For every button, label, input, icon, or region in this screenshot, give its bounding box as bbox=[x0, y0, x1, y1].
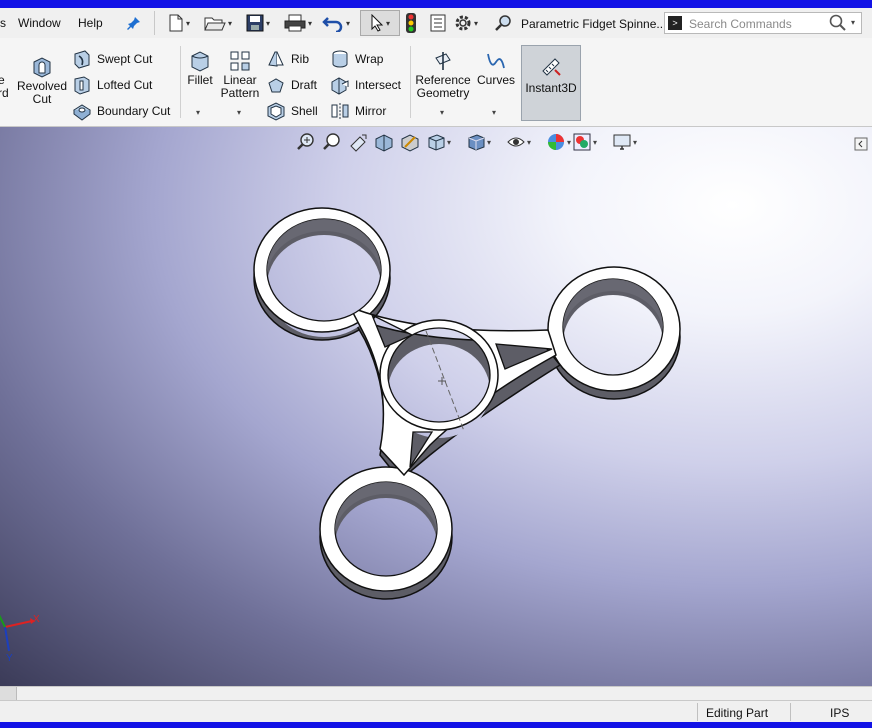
search-icon[interactable] bbox=[829, 14, 847, 35]
new-document-icon[interactable]: ▾ bbox=[168, 13, 190, 33]
ribbon-partial-label-2: rd bbox=[0, 86, 9, 100]
reference-geometry-label: Reference Geometry bbox=[415, 73, 471, 100]
draft-icon bbox=[266, 75, 286, 95]
intersect-icon bbox=[330, 75, 350, 95]
instant3d-label: Instant3D bbox=[525, 81, 577, 95]
undo-icon[interactable]: ▾ bbox=[322, 13, 350, 33]
intersect-button[interactable]: Intersect bbox=[330, 75, 401, 95]
status-separator bbox=[790, 703, 791, 721]
menu-window[interactable]: Window bbox=[18, 16, 61, 30]
ribbon-separator bbox=[410, 46, 411, 118]
shell-button[interactable]: Shell bbox=[266, 101, 318, 121]
swept-cut-label: Swept Cut bbox=[97, 52, 153, 66]
command-manager-ribbon: e rd Revolved Cut Swept Cut Lofted Cut B… bbox=[0, 38, 872, 127]
linear-pattern-dropdown-icon[interactable]: ▾ bbox=[237, 108, 241, 117]
save-icon[interactable]: ▾ bbox=[246, 13, 270, 33]
rib-label: Rib bbox=[291, 52, 310, 66]
toolbar-divider bbox=[154, 11, 155, 35]
swept-cut-button[interactable]: Swept Cut bbox=[72, 49, 152, 69]
boundary-cut-button[interactable]: Boundary Cut bbox=[72, 101, 170, 121]
reference-geometry-icon bbox=[432, 50, 454, 72]
shell-icon bbox=[266, 101, 286, 121]
graphics-area[interactable]: ▾ ▾ ▾ ▾ ▾ ▾ X Y bbox=[0, 127, 872, 686]
open-icon[interactable]: ▾ bbox=[204, 13, 232, 33]
reference-geometry-button[interactable]: Reference Geometry bbox=[414, 50, 472, 100]
command-prompt-icon: > bbox=[668, 16, 682, 30]
pin-icon[interactable] bbox=[126, 13, 142, 33]
revolved-cut-icon bbox=[31, 56, 53, 78]
curves-label: Curves bbox=[476, 73, 515, 87]
document-title: Parametric Fidget Spinne... bbox=[521, 17, 667, 31]
fillet-icon bbox=[189, 50, 211, 72]
menu-help[interactable]: Help bbox=[78, 16, 103, 30]
fillet-dropdown-icon[interactable]: ▾ bbox=[196, 108, 200, 117]
mirror-button[interactable]: Mirror bbox=[330, 101, 386, 121]
rebuild-icon[interactable] bbox=[404, 13, 418, 33]
horizontal-scrollbar[interactable] bbox=[0, 686, 872, 701]
instant3d-button[interactable]: Instant3D bbox=[521, 45, 581, 121]
wrap-label: Wrap bbox=[355, 52, 384, 66]
swept-cut-icon bbox=[72, 49, 92, 69]
linear-pattern-label: Linear Pattern bbox=[220, 73, 260, 100]
search-commands-box[interactable]: > Search Commands ▾ bbox=[664, 12, 862, 34]
draft-label: Draft bbox=[291, 78, 318, 92]
title-bar: s Window Help ▾ ▾ ▾ ▾ ▾ ▾ ▾ Parametric F… bbox=[0, 8, 872, 38]
boundary-cut-icon bbox=[72, 101, 92, 121]
select-icon[interactable]: ▾ bbox=[360, 10, 400, 36]
search-dropdown-icon[interactable]: ▾ bbox=[851, 18, 855, 27]
fillet-label: Fillet bbox=[187, 73, 213, 87]
curves-dropdown-icon[interactable]: ▾ bbox=[492, 108, 496, 117]
wrap-icon bbox=[330, 49, 350, 69]
axis-triad: X Y bbox=[0, 614, 40, 664]
fillet-button[interactable]: Fillet bbox=[184, 50, 216, 87]
instant3d-icon bbox=[522, 56, 580, 81]
rib-icon bbox=[266, 49, 286, 69]
intersect-label: Intersect bbox=[355, 78, 402, 92]
linear-pattern-button[interactable]: Linear Pattern bbox=[218, 50, 262, 100]
axis-x-label: X bbox=[33, 614, 40, 625]
mirror-icon bbox=[330, 101, 350, 121]
curves-button[interactable]: Curves bbox=[476, 50, 516, 87]
status-mode: Editing Part bbox=[706, 706, 769, 720]
status-units[interactable]: IPS bbox=[830, 706, 849, 720]
lofted-cut-button[interactable]: Lofted Cut bbox=[72, 75, 152, 95]
search-input[interactable]: Search Commands bbox=[689, 17, 792, 31]
window-frame-bottom bbox=[0, 722, 872, 728]
wrap-button[interactable]: Wrap bbox=[330, 49, 383, 69]
lofted-cut-label: Lofted Cut bbox=[97, 78, 153, 92]
axis-y-label: Y bbox=[6, 653, 13, 664]
shell-label: Shell bbox=[291, 104, 318, 118]
boundary-cut-label: Boundary Cut bbox=[97, 104, 171, 118]
rib-button[interactable]: Rib bbox=[266, 49, 309, 69]
scrollbar-thumb[interactable] bbox=[0, 687, 17, 700]
mirror-label: Mirror bbox=[355, 104, 387, 118]
status-bar: Editing Part IPS bbox=[0, 700, 872, 723]
status-separator bbox=[697, 703, 698, 721]
window-frame-top bbox=[0, 0, 872, 8]
options-icon[interactable]: ▾ bbox=[454, 13, 478, 33]
fidget-spinner-model[interactable] bbox=[0, 127, 872, 686]
ribbon-separator bbox=[180, 46, 181, 118]
curves-icon bbox=[485, 50, 507, 72]
search-model-icon[interactable] bbox=[494, 13, 514, 33]
lofted-cut-icon bbox=[72, 75, 92, 95]
ribbon-partial-button[interactable]: e rd bbox=[0, 74, 12, 100]
linear-pattern-icon bbox=[229, 50, 251, 72]
draft-button[interactable]: Draft bbox=[266, 75, 317, 95]
menu-item-partial[interactable]: s bbox=[0, 16, 6, 30]
revolved-cut-label: Revolved Cut bbox=[16, 79, 68, 106]
revolved-cut-button[interactable]: Revolved Cut bbox=[16, 56, 68, 106]
file-properties-icon[interactable] bbox=[430, 13, 446, 33]
print-icon[interactable]: ▾ bbox=[284, 13, 312, 33]
reference-geometry-dropdown-icon[interactable]: ▾ bbox=[440, 108, 444, 117]
